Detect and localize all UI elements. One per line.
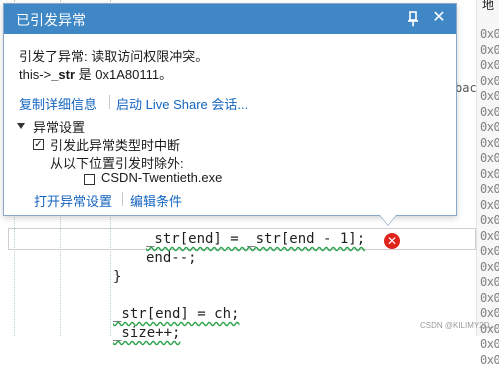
close-icon[interactable]: ✕	[430, 8, 448, 28]
link-separator	[109, 95, 110, 109]
open-exception-settings-link[interactable]: 打开异常设置	[34, 191, 112, 210]
live-share-link[interactable]: 启动 Live Share 会话...	[116, 94, 248, 113]
hex-value: 0x0	[480, 213, 499, 227]
panel-overflow-text: bac	[455, 81, 477, 95]
hex-value: 0x0	[480, 73, 499, 88]
panel-title: 地	[482, 0, 495, 12]
hex-value: 0x0	[480, 104, 499, 119]
hex-value: 0x0	[480, 290, 499, 305]
exception-popup[interactable]: 已引发异常 ✕ 引发了异常: 读取访问权限冲突。 this->_str 是 0x…	[3, 3, 457, 216]
exception-settings-heading: 异常设置	[33, 120, 86, 135]
code-line-assign[interactable]: _str[end] = _str[end - 1];	[146, 231, 365, 247]
popup-title: 已引发异常	[16, 12, 86, 28]
code-line-insert[interactable]: _str[end] = ch;	[113, 306, 239, 322]
hex-value: 0x0	[480, 58, 499, 72]
exception-detail: this->_str 是 0x1A80111。	[19, 64, 172, 83]
hex-value: 0x0	[480, 197, 499, 212]
break-on-exception-label: 引发此异常类型时中断	[50, 138, 181, 153]
popup-tail	[380, 215, 396, 225]
hex-value: 0x0	[480, 89, 499, 103]
detail-prefix: this->	[19, 67, 52, 82]
watermark: CSDN @KILIMY2D...	[420, 321, 497, 330]
copy-details-link[interactable]: 复制详细信息	[19, 94, 97, 113]
hex-value: 0x0	[480, 120, 499, 134]
hex-value: 0x0	[480, 244, 499, 258]
link-separator	[122, 192, 123, 206]
hex-value: 0x0	[480, 166, 499, 181]
collapse-arrow-icon[interactable]	[17, 123, 25, 129]
hex-value: 0x0	[480, 306, 499, 320]
pin-icon[interactable]	[406, 11, 420, 27]
hex-value: 0x0	[480, 135, 499, 150]
module-exclude-label: CSDN-Twentieth.exe	[101, 170, 223, 185]
error-icon[interactable]: ✕	[384, 233, 400, 249]
code-line-decrement[interactable]: end--;	[146, 250, 197, 266]
hex-value: 0x0	[480, 337, 499, 351]
hex-value: 0x0	[480, 228, 499, 243]
exception-message: 引发了异常: 读取访问权限冲突。	[19, 49, 209, 64]
hex-value: 0x0	[480, 27, 499, 41]
hex-value: 0x0	[480, 42, 499, 57]
memory-panel[interactable]: 0x0 0x0 0x0 0x0 0x0 0x0 0x0 0x0 0x0 0x0 0x0 0x0 0x0 0…	[476, 0, 499, 367]
hex-value: 0x0	[480, 275, 499, 289]
detail-variable: _str	[51, 67, 76, 82]
break-on-exception-checkbox[interactable]: ✓	[33, 139, 44, 150]
popup-header: 已引发异常 ✕	[4, 4, 456, 34]
code-line-brace[interactable]: }	[113, 269, 121, 285]
module-exclude-checkbox[interactable]	[84, 174, 95, 185]
hex-value: 0x0	[480, 259, 499, 274]
hex-value: 0x0	[480, 151, 499, 165]
hex-value: 0x0	[480, 352, 499, 367]
hex-value: 0x0	[480, 182, 499, 196]
detail-suffix: 是 0x1A80111。	[75, 67, 173, 82]
code-line-size[interactable]: _size++;	[113, 325, 180, 341]
edit-conditions-link[interactable]: 编辑条件	[130, 191, 182, 210]
